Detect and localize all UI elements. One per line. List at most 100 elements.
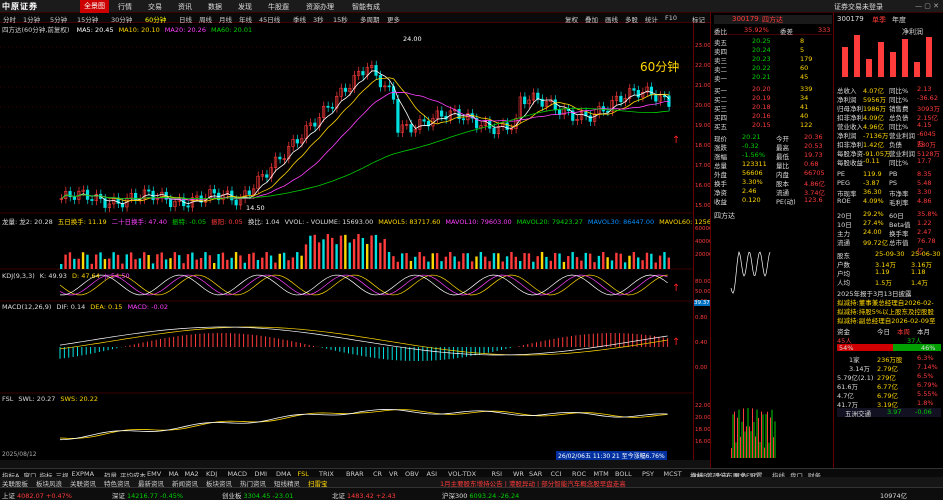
vol-title-5: 换比: 1.04 [247, 218, 280, 226]
ma-label-0: MA5: 20.45 [76, 26, 114, 34]
tab-quarterly[interactable]: 单季 [872, 15, 886, 25]
volume-bar [73, 258, 76, 269]
news-item[interactable]: 2025年报于3月13日披露 [837, 288, 941, 297]
volume-bar [536, 256, 539, 269]
index-3[interactable]: 北证 1483.42 +2.43 [332, 490, 396, 500]
ask-row[interactable]: 卖五 20.25 8 [714, 37, 832, 47]
candle-body [278, 156, 282, 160]
menu-4[interactable]: 数据 [208, 2, 222, 12]
mini-volume-bar [744, 431, 746, 458]
fsl-line [59, 409, 668, 439]
menu-8[interactable]: 智能有成 [352, 2, 380, 12]
bid-row[interactable]: 买四 20.16 40 [714, 112, 832, 122]
valuation-row: PE 119.9 PB 8.35 [837, 170, 941, 179]
volume-bar [313, 234, 316, 269]
index-2[interactable]: 创业板 3304.45 -23.01 [222, 490, 293, 500]
volume-bar [199, 257, 203, 269]
candle-body [234, 199, 238, 206]
stat-row: 净资 2.46 流通 3.74亿 [714, 187, 832, 197]
ask-row[interactable]: 卖二 20.22 60 [714, 64, 832, 74]
volume-bar [344, 234, 347, 269]
tool-5[interactable]: F10 [665, 14, 677, 22]
volume-bar [77, 258, 80, 269]
bid-label: 买五 [714, 123, 727, 131]
volume-bar [204, 252, 207, 269]
volume-bar [619, 253, 622, 269]
news-item[interactable]: 拟减持:副总经理自2026-02-09至 [837, 315, 941, 324]
vol-title-2: 二十日换手: 47.40 [111, 218, 168, 226]
index-change: -23.01 [272, 492, 294, 500]
ask-price: 20.24 [752, 46, 771, 54]
menu-1[interactable]: 行情 [118, 2, 132, 12]
top-menu-bar: 中原证券 全景图 行情 交易 资讯 数据 发现 牛股遛 资源办理 智能有成 证券交易未登录 — … [0, 0, 943, 13]
volume-bar [431, 253, 434, 269]
stat-value: 123311 [742, 160, 767, 168]
index-1[interactable]: 深证 14216.77 -0.45% [112, 490, 183, 500]
volume-bar [418, 252, 421, 269]
index-0[interactable]: 上证 4082.07 +0.47% [2, 490, 72, 500]
mini-volume-bar [737, 417, 738, 458]
window-controls[interactable]: — ▢ ✕ [915, 2, 939, 10]
ask-volume: 60 [800, 64, 809, 72]
menu-2[interactable]: 交易 [148, 2, 162, 12]
bid-row[interactable]: 买三 20.18 41 [714, 103, 832, 113]
transit-row[interactable]: 五洲交通 3.97 -0.06 [837, 408, 941, 418]
volume-bar [221, 252, 225, 269]
bid-row[interactable]: 买二 20.19 34 [714, 94, 832, 104]
volume-bar [94, 254, 98, 269]
trade-login-link[interactable]: 证券交易未登录 [834, 2, 883, 12]
ask-price: 20.22 [752, 64, 771, 72]
high-marker: 24.00 [403, 35, 422, 43]
volume-bar [335, 244, 338, 269]
news-item[interactable]: 拟减持:董事兼总经理自2026-02- [837, 297, 941, 306]
stat-row: 收益 0.120 PE(动) 123.6 [714, 196, 832, 206]
broker-logo: 中原证券 [2, 2, 38, 11]
volume-bar [422, 256, 426, 269]
profit-bar [842, 47, 848, 77]
menu-3[interactable]: 资讯 [178, 2, 192, 12]
volume-bar [379, 242, 382, 269]
kline-chart[interactable]: ↑ ↑ ↑ [0, 23, 693, 460]
valuation-row-b: 36.30 [863, 188, 882, 196]
low-marker: 14.50 [246, 204, 265, 212]
bid-row[interactable]: 买一 20.20 339 [714, 85, 832, 95]
news-item[interactable]: 拟减持:持股5%以上股东及控股股 [837, 306, 941, 315]
holder-row-a: 流通 [837, 239, 850, 247]
volume-bar [317, 242, 321, 269]
fund-row: 扣非净利 4.09亿 总负债 2.15亿 [837, 112, 941, 122]
menu-7[interactable]: 资源办理 [306, 2, 334, 12]
holder-row-d: 1.22 [917, 219, 932, 227]
stat-value-2: 20.53 [804, 142, 823, 150]
menu-6[interactable]: 牛股遛 [268, 2, 289, 12]
mini-volume-bar [762, 414, 764, 458]
volume-bar [213, 262, 216, 269]
menu-5[interactable]: 发现 [238, 2, 252, 12]
vol-title-3: 振特: -0.05 [172, 218, 207, 226]
fund-row-d: 4.15 [917, 121, 932, 129]
chart-area[interactable]: ↑ ↑ ↑ 四方达(60分钟,前复权) MA5: 20.45 MA10: 20.10 M… [0, 23, 730, 460]
transit-price: 3.97 [887, 408, 902, 416]
volume-bar [387, 252, 391, 269]
macd-title-0: MACD(12,26,9) [2, 303, 52, 311]
stat-value: -0.32 [742, 142, 759, 150]
volume-bar [667, 257, 671, 269]
index-value: 1483.42 [347, 492, 374, 500]
profit-bar-chart: 202320242025 [842, 35, 932, 77]
bid-row[interactable]: 买五 20.15 122 [714, 121, 832, 131]
price-tick-2: 21.00 [695, 83, 711, 89]
fund-row-c: 同比% [889, 159, 909, 167]
fsl-title-0: FSL [2, 395, 14, 403]
fsl-tick-0: 22.00 [695, 403, 711, 409]
tab-annual[interactable]: 年度 [892, 15, 906, 25]
candle-body [649, 86, 654, 96]
volume-bar [60, 264, 63, 269]
candle-body [619, 95, 623, 103]
index-4[interactable]: 沪深300 6093.24 -26.24 [442, 490, 519, 500]
ask-row[interactable]: 卖四 20.24 5 [714, 46, 832, 56]
ask-row[interactable]: 卖三 20.23 179 [714, 55, 832, 65]
transit-label: 五洲交通 [845, 410, 871, 418]
menu-0[interactable]: 全景图 [80, 0, 109, 13]
ask-row[interactable]: 卖一 20.21 45 [714, 73, 832, 83]
candle-body [396, 99, 400, 133]
mini-volume-bar [734, 411, 735, 458]
